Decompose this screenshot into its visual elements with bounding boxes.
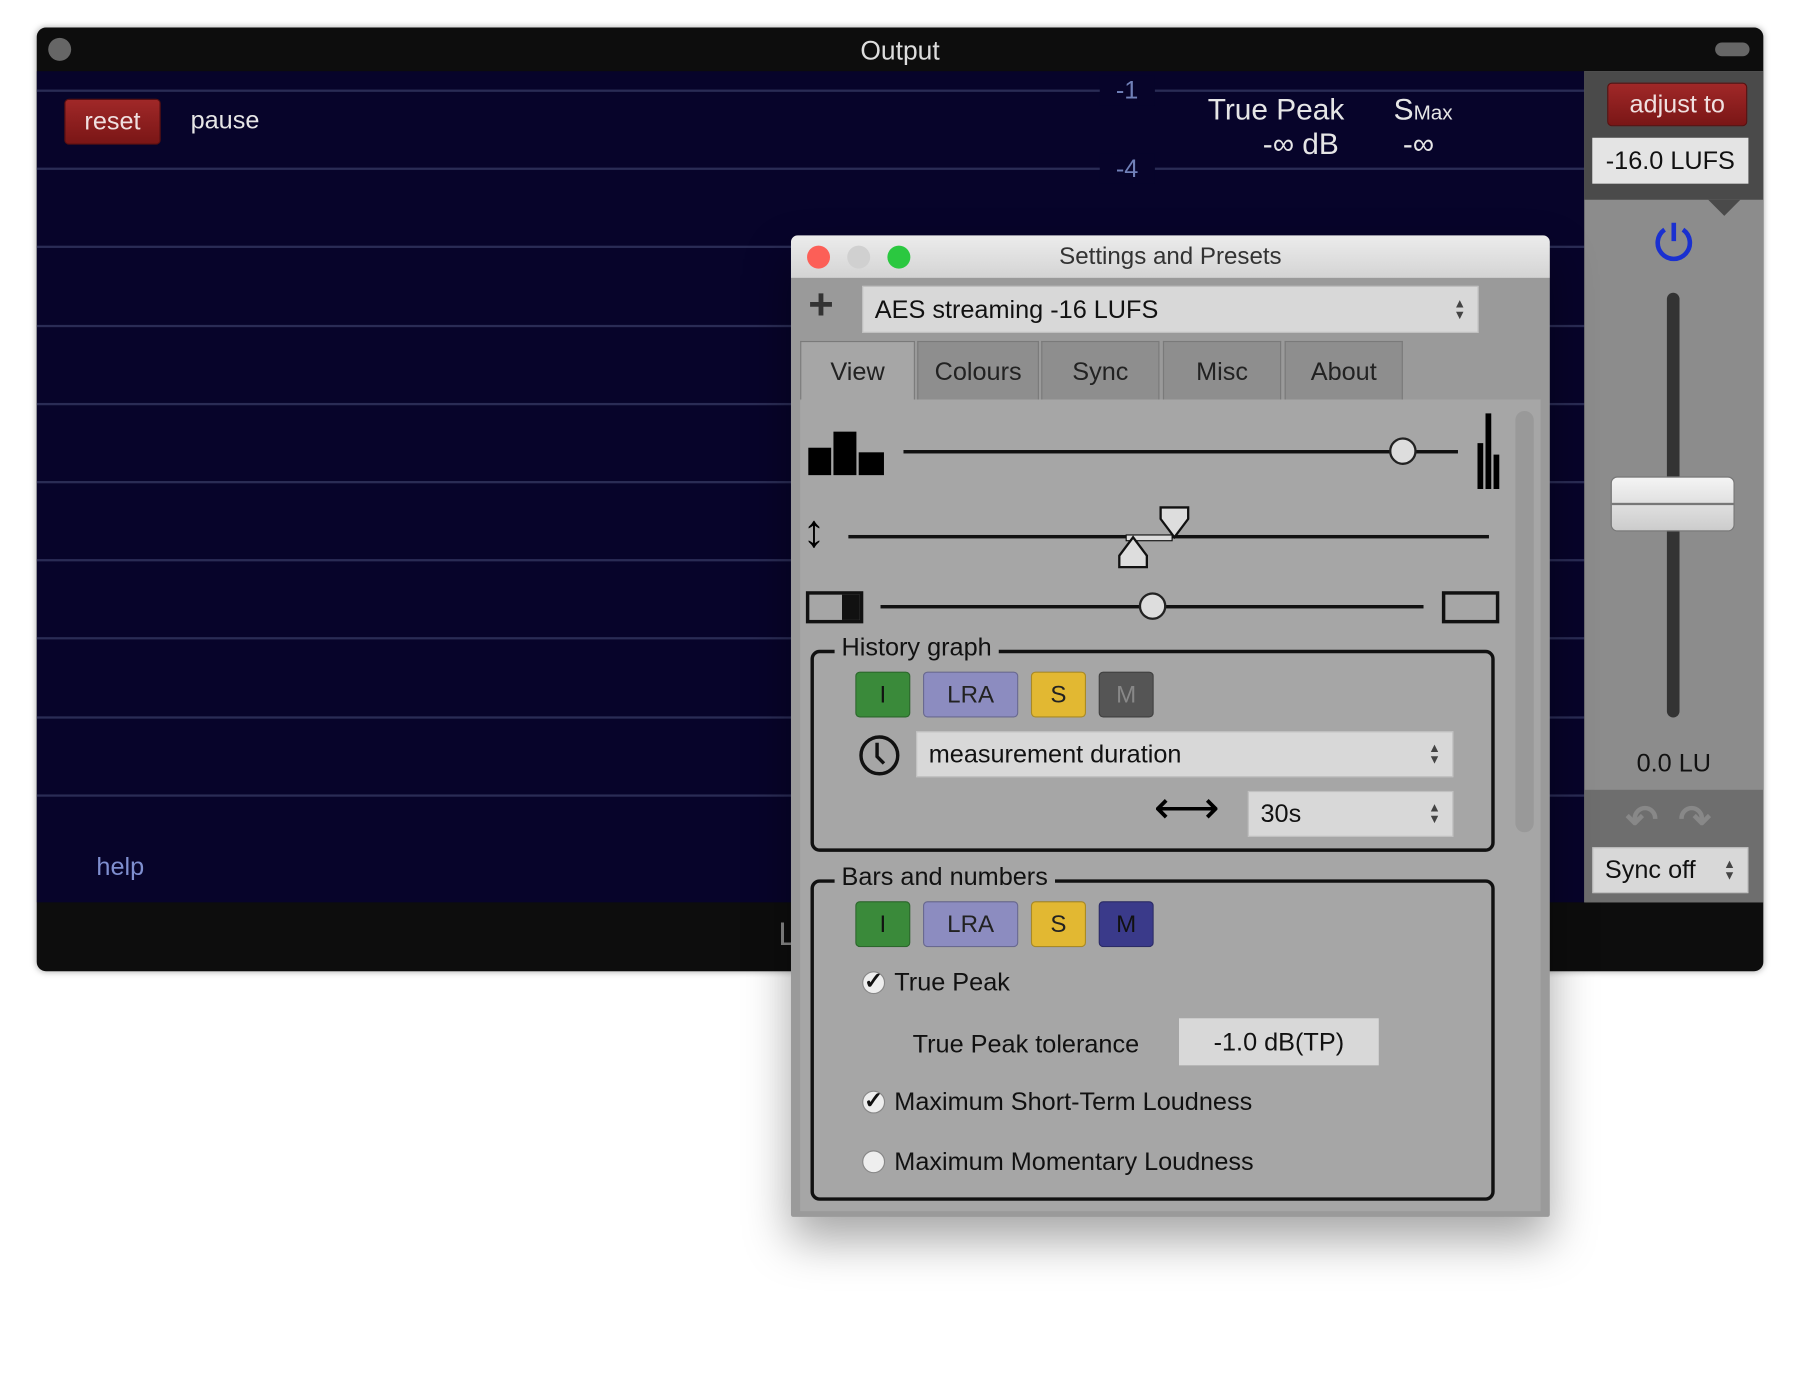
bar-width-knob[interactable]	[1388, 437, 1417, 465]
preset-select[interactable]: AES streaming -16 LUFS ▲ ▼	[862, 285, 1479, 333]
tab-sync[interactable]: Sync	[1041, 340, 1160, 401]
unchecked-icon	[862, 1150, 886, 1174]
left-panel-icon	[805, 591, 864, 624]
bars-toggle-s[interactable]: S	[1030, 901, 1087, 948]
history-toggle-i[interactable]: I	[855, 671, 911, 718]
true-peak-checkbox[interactable]: ✓ True Peak	[862, 968, 1010, 998]
tab-about[interactable]: About	[1284, 340, 1403, 401]
tolerance-label: True Peak tolerance	[912, 1029, 1140, 1059]
history-toggle-lra[interactable]: LRA	[922, 671, 1019, 718]
maximize-button[interactable]	[887, 245, 911, 269]
sync-select[interactable]: Sync off ▲ ▼	[1592, 847, 1749, 894]
check-icon: ✓	[862, 1088, 886, 1114]
scale-label: -4	[1099, 153, 1155, 184]
grid-line	[36, 89, 1585, 92]
true-peak-label: True Peak	[894, 967, 1010, 997]
right-panel: adjust to -16.0 LUFS 0.0 LU ↶ ↷ Sync off…	[1584, 71, 1764, 903]
history-mode-select[interactable]: measurement duration ▲ ▼	[916, 731, 1454, 778]
grid-line	[36, 167, 1585, 171]
duration-value: 30s	[1260, 799, 1302, 828]
preset-value: AES streaming -16 LUFS	[874, 294, 1159, 324]
history-toggle-s[interactable]: S	[1030, 671, 1087, 718]
smax-label: S	[1393, 91, 1414, 127]
view-tab-content: ↕ History graph I LRA S M measurement du…	[800, 399, 1541, 1212]
history-toggle-m[interactable]: M	[1098, 671, 1154, 718]
power-icon[interactable]	[1651, 218, 1697, 264]
pause-button[interactable]: pause	[191, 106, 260, 136]
target-loudness-field[interactable]: -16.0 LUFS	[1592, 137, 1749, 184]
narrow-bars-icon	[1477, 413, 1500, 490]
gain-value: 0.0 LU	[1636, 748, 1711, 778]
zoom-pill-icon[interactable]	[1715, 42, 1750, 57]
true-peak-label: True Peak	[1207, 91, 1345, 127]
check-icon: ✓	[862, 968, 886, 995]
updown-icon: ▲ ▼	[1428, 801, 1441, 827]
close-dot-icon[interactable]	[48, 37, 72, 61]
settings-dialog: Settings and Presets + AES streaming -16…	[790, 235, 1550, 1217]
max-short-term-checkbox[interactable]: ✓ Maximum Short-Term Loudness	[862, 1087, 1252, 1117]
clock-icon	[859, 735, 900, 776]
range-handles[interactable]	[1117, 505, 1193, 569]
help-link[interactable]: help	[96, 852, 144, 882]
scrollbar[interactable]	[1515, 410, 1534, 833]
max-short-term-label: Maximum Short-Term Loudness	[894, 1087, 1253, 1116]
true-peak-value: -∞ dB	[1262, 126, 1339, 161]
tolerance-field[interactable]: -1.0 dB(TP)	[1178, 1018, 1379, 1066]
bar-width-slider[interactable]	[903, 450, 1458, 454]
bars-and-numbers-group: Bars and numbers I LRA S M ✓ True Peak Tr…	[810, 862, 1495, 1201]
scale-label: -1	[1099, 75, 1155, 106]
history-graph-group: History graph I LRA S M measurement dura…	[810, 632, 1495, 852]
split-knob[interactable]	[1138, 592, 1166, 620]
bars-legend: Bars and numbers	[834, 862, 1055, 892]
updown-icon: ▲ ▼	[1723, 857, 1736, 883]
duration-select[interactable]: 30s ▲ ▼	[1247, 790, 1454, 837]
updown-icon: ▲ ▼	[1453, 296, 1466, 323]
window-title: Output	[860, 35, 940, 66]
bars-toggle-lra[interactable]: LRA	[922, 901, 1019, 948]
add-preset-button[interactable]: +	[808, 281, 833, 330]
bars-toggle-i[interactable]: I	[855, 901, 911, 948]
vertical-range-icon: ↕	[802, 506, 826, 557]
history-legend: History graph	[834, 632, 999, 663]
sync-value: Sync off	[1604, 855, 1696, 884]
adjust-to-button[interactable]: adjust to	[1607, 82, 1748, 127]
bars-toggle-m[interactable]: M	[1098, 901, 1154, 948]
right-panel-icon	[1441, 591, 1500, 624]
gain-slider-thumb[interactable]	[1610, 476, 1735, 532]
horizontal-arrows-icon: ⟷	[1153, 782, 1220, 834]
max-momentary-label: Maximum Momentary Loudness	[894, 1146, 1254, 1176]
max-momentary-checkbox[interactable]: Maximum Momentary Loudness	[862, 1146, 1254, 1177]
smax-value: -∞	[1402, 126, 1435, 161]
undo-icon[interactable]: ↶	[1626, 797, 1659, 843]
history-mode-value: measurement duration	[928, 739, 1182, 769]
wide-bars-icon	[808, 431, 884, 476]
tab-colours[interactable]: Colours	[917, 340, 1039, 401]
close-button[interactable]	[807, 245, 831, 269]
smax-sub: Max	[1413, 101, 1453, 124]
reset-button[interactable]: reset	[64, 98, 161, 145]
tab-misc[interactable]: Misc	[1162, 340, 1282, 401]
tab-view[interactable]: View	[800, 340, 915, 401]
minimize-button[interactable]	[847, 245, 871, 269]
redo-icon[interactable]: ↷	[1678, 797, 1711, 843]
updown-icon: ▲ ▼	[1428, 741, 1441, 767]
